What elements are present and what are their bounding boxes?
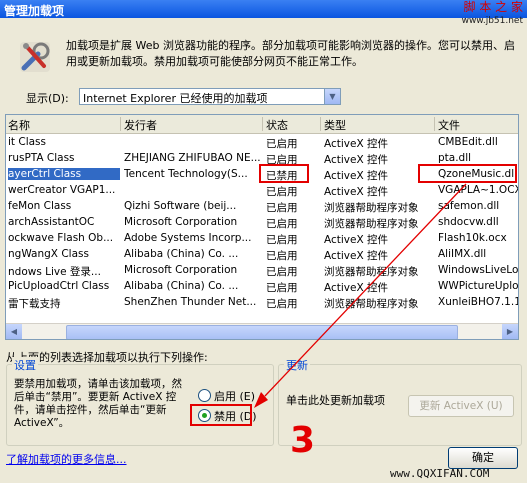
cell-status: 已启用 <box>266 250 298 262</box>
cell-name: it Class <box>8 136 46 148</box>
cell-status: 已启用 <box>266 234 298 246</box>
cell-type: 浏览器帮助程序对象 <box>324 202 419 214</box>
cell-type: ActiveX 控件 <box>324 186 389 198</box>
cell-publisher: ShenZhen Thunder Net... <box>124 296 257 308</box>
cell-type: ActiveX 控件 <box>324 282 389 294</box>
cell-file: safemon.dll <box>438 200 500 212</box>
table-row[interactable]: feMon Class Qizhi Software (beij... 已启用 浏览器… <box>6 199 518 215</box>
cell-file: pta.dll <box>438 152 472 164</box>
cell-type: 浏览器帮助程序对象 <box>324 298 419 310</box>
cell-type: ActiveX 控件 <box>324 138 389 150</box>
table-row[interactable]: archAssistantOC Microsoft Corporation 已启用 浏… <box>6 215 518 231</box>
horizontal-scrollbar[interactable]: ◀ ▶ <box>6 323 518 339</box>
table-row[interactable]: werCreator VGAP1... 已启用 ActiveX 控件 VGAPLA~1… <box>6 183 518 199</box>
cell-publisher: Microsoft Corporation <box>124 264 238 276</box>
enable-radio[interactable]: 启用 (E) <box>198 388 255 404</box>
cell-type: 浏览器帮助程序对象 <box>324 266 419 278</box>
cell-publisher: ZHEJIANG ZHIFUBAO NE... <box>124 152 261 164</box>
update-text: 单击此处更新加载项 <box>286 394 385 407</box>
cell-name: ockwave Flash Ob... <box>8 232 114 244</box>
watermark-bottom: www.QQXIFAN.COM <box>390 467 490 480</box>
file-highlight-box <box>418 164 517 183</box>
cell-type: 浏览器帮助程序对象 <box>324 218 419 230</box>
column-header-publisher[interactable]: 发行者 <box>124 117 157 133</box>
cell-file: XunleiBHO7.1.1 <box>438 296 518 308</box>
table-row[interactable]: it Class 已启用 ActiveX 控件 CMBEdit.dll <box>6 135 518 151</box>
cell-name: ayerCtrl Class <box>8 168 120 180</box>
radio-circle[interactable] <box>198 389 211 402</box>
cell-file: shdocvw.dll <box>438 216 499 228</box>
cell-status: 已启用 <box>266 282 298 294</box>
cell-file: CMBEdit.dll <box>438 136 498 148</box>
scroll-thumb[interactable] <box>66 325 458 339</box>
table-row[interactable]: ngWangX Class Alibaba (China) Co. ... 已启用 A… <box>6 247 518 263</box>
column-header-status[interactable]: 状态 <box>266 117 288 133</box>
cell-status: 已启用 <box>266 138 298 150</box>
cell-file: AliIMX.dll <box>438 248 487 260</box>
cell-type: ActiveX 控件 <box>324 234 389 246</box>
disable-highlight-box <box>190 404 252 426</box>
cell-file: WindowsLiveLog <box>438 264 518 276</box>
cell-name: PicUploadCtrl Class <box>8 280 110 292</box>
cell-name: werCreator VGAP1... <box>8 184 116 196</box>
title-bar: 管理加载项 <box>0 0 527 18</box>
cell-type: ActiveX 控件 <box>324 250 389 262</box>
learn-more-link[interactable]: 了解加载项的更多信息... <box>6 451 127 467</box>
cell-status: 已启用 <box>266 298 298 310</box>
update-activex-button[interactable]: 更新 ActiveX (U) <box>408 395 514 417</box>
description-text: 加载项是扩展 Web 浏览器功能的程序。部分加载项可能影响浏览器的操作。您可以禁… <box>66 39 515 68</box>
cell-status: 已启用 <box>266 266 298 278</box>
addon-list[interactable]: 名称 发行者 状态 类型 文件 it Class 已启用 ActiveX 控件 CMB… <box>5 114 519 340</box>
cell-file: Flash10k.ocx <box>438 232 507 244</box>
scroll-left-icon[interactable]: ◀ <box>6 324 22 339</box>
cell-name: archAssistantOC <box>8 216 95 228</box>
update-legend: 更新 <box>284 357 310 373</box>
cell-publisher: Qizhi Software (beij... <box>124 200 237 212</box>
cell-publisher: Tencent Technology(S... <box>124 168 248 180</box>
cell-name: rusPTA Class <box>8 152 75 164</box>
column-header-type[interactable]: 类型 <box>324 117 346 133</box>
column-header-name[interactable]: 名称 <box>8 117 30 133</box>
table-row[interactable]: 雷下载支持 ShenZhen Thunder Net... 已启用 浏览器帮助程序对象… <box>6 295 518 311</box>
cell-type: ActiveX 控件 <box>324 154 389 166</box>
watermark-top: 脚 本 之 家 www.jb51.net <box>462 0 523 28</box>
column-header-file[interactable]: 文件 <box>438 117 460 133</box>
cell-status: 已启用 <box>266 218 298 230</box>
cell-status: 已启用 <box>266 202 298 214</box>
watermark-top-url: www.jb51.net <box>461 16 523 26</box>
table-row[interactable]: PicUploadCtrl Class Alibaba (China) Co. .… <box>6 279 518 295</box>
cell-type: ActiveX 控件 <box>324 170 389 182</box>
cell-publisher: Microsoft Corporation <box>124 216 238 228</box>
enable-radio-label: 启用 (E) <box>214 390 256 403</box>
list-header: 名称 发行者 状态 类型 文件 <box>6 115 518 134</box>
display-select-value: Internet Explorer 已经使用的加载项 <box>83 92 268 105</box>
ok-button[interactable]: 确定 <box>448 447 518 469</box>
scroll-right-icon[interactable]: ▶ <box>502 324 518 339</box>
watermark-top-text: 脚 本 之 家 <box>463 0 523 14</box>
settings-text: 要禁用加载项，请单击该加载项，然后单击“禁用”。要更新 ActiveX 控件，请… <box>14 378 182 429</box>
cell-file: VGAPLA~1.OCX <box>438 184 518 196</box>
display-select[interactable]: Internet Explorer 已经使用的加载项 ▼ <box>79 88 341 105</box>
cell-name: ngWangX Class <box>8 248 89 260</box>
window-title: 管理加载项 <box>4 4 65 18</box>
display-label: 显示(D): <box>26 92 69 105</box>
status-highlight-box <box>259 164 309 183</box>
table-row[interactable]: ndows Live 登录... Microsoft Corporation 已启用… <box>6 263 518 279</box>
chevron-down-icon[interactable]: ▼ <box>324 89 340 104</box>
cell-name: 雷下载支持 <box>8 298 61 310</box>
cell-status: 已启用 <box>266 186 298 198</box>
cell-publisher: Alibaba (China) Co. ... <box>124 280 239 292</box>
tools-icon <box>20 42 50 72</box>
cell-publisher: Alibaba (China) Co. ... <box>124 248 239 260</box>
cell-file: WWPictureUploa <box>438 280 518 292</box>
cell-publisher: Adobe Systems Incorp... <box>124 232 252 244</box>
cell-name: feMon Class <box>8 200 72 212</box>
table-row[interactable]: ockwave Flash Ob... Adobe Systems Incorp.… <box>6 231 518 247</box>
settings-legend: 设置 <box>12 357 38 373</box>
cell-name: ndows Live 登录... <box>8 266 101 278</box>
